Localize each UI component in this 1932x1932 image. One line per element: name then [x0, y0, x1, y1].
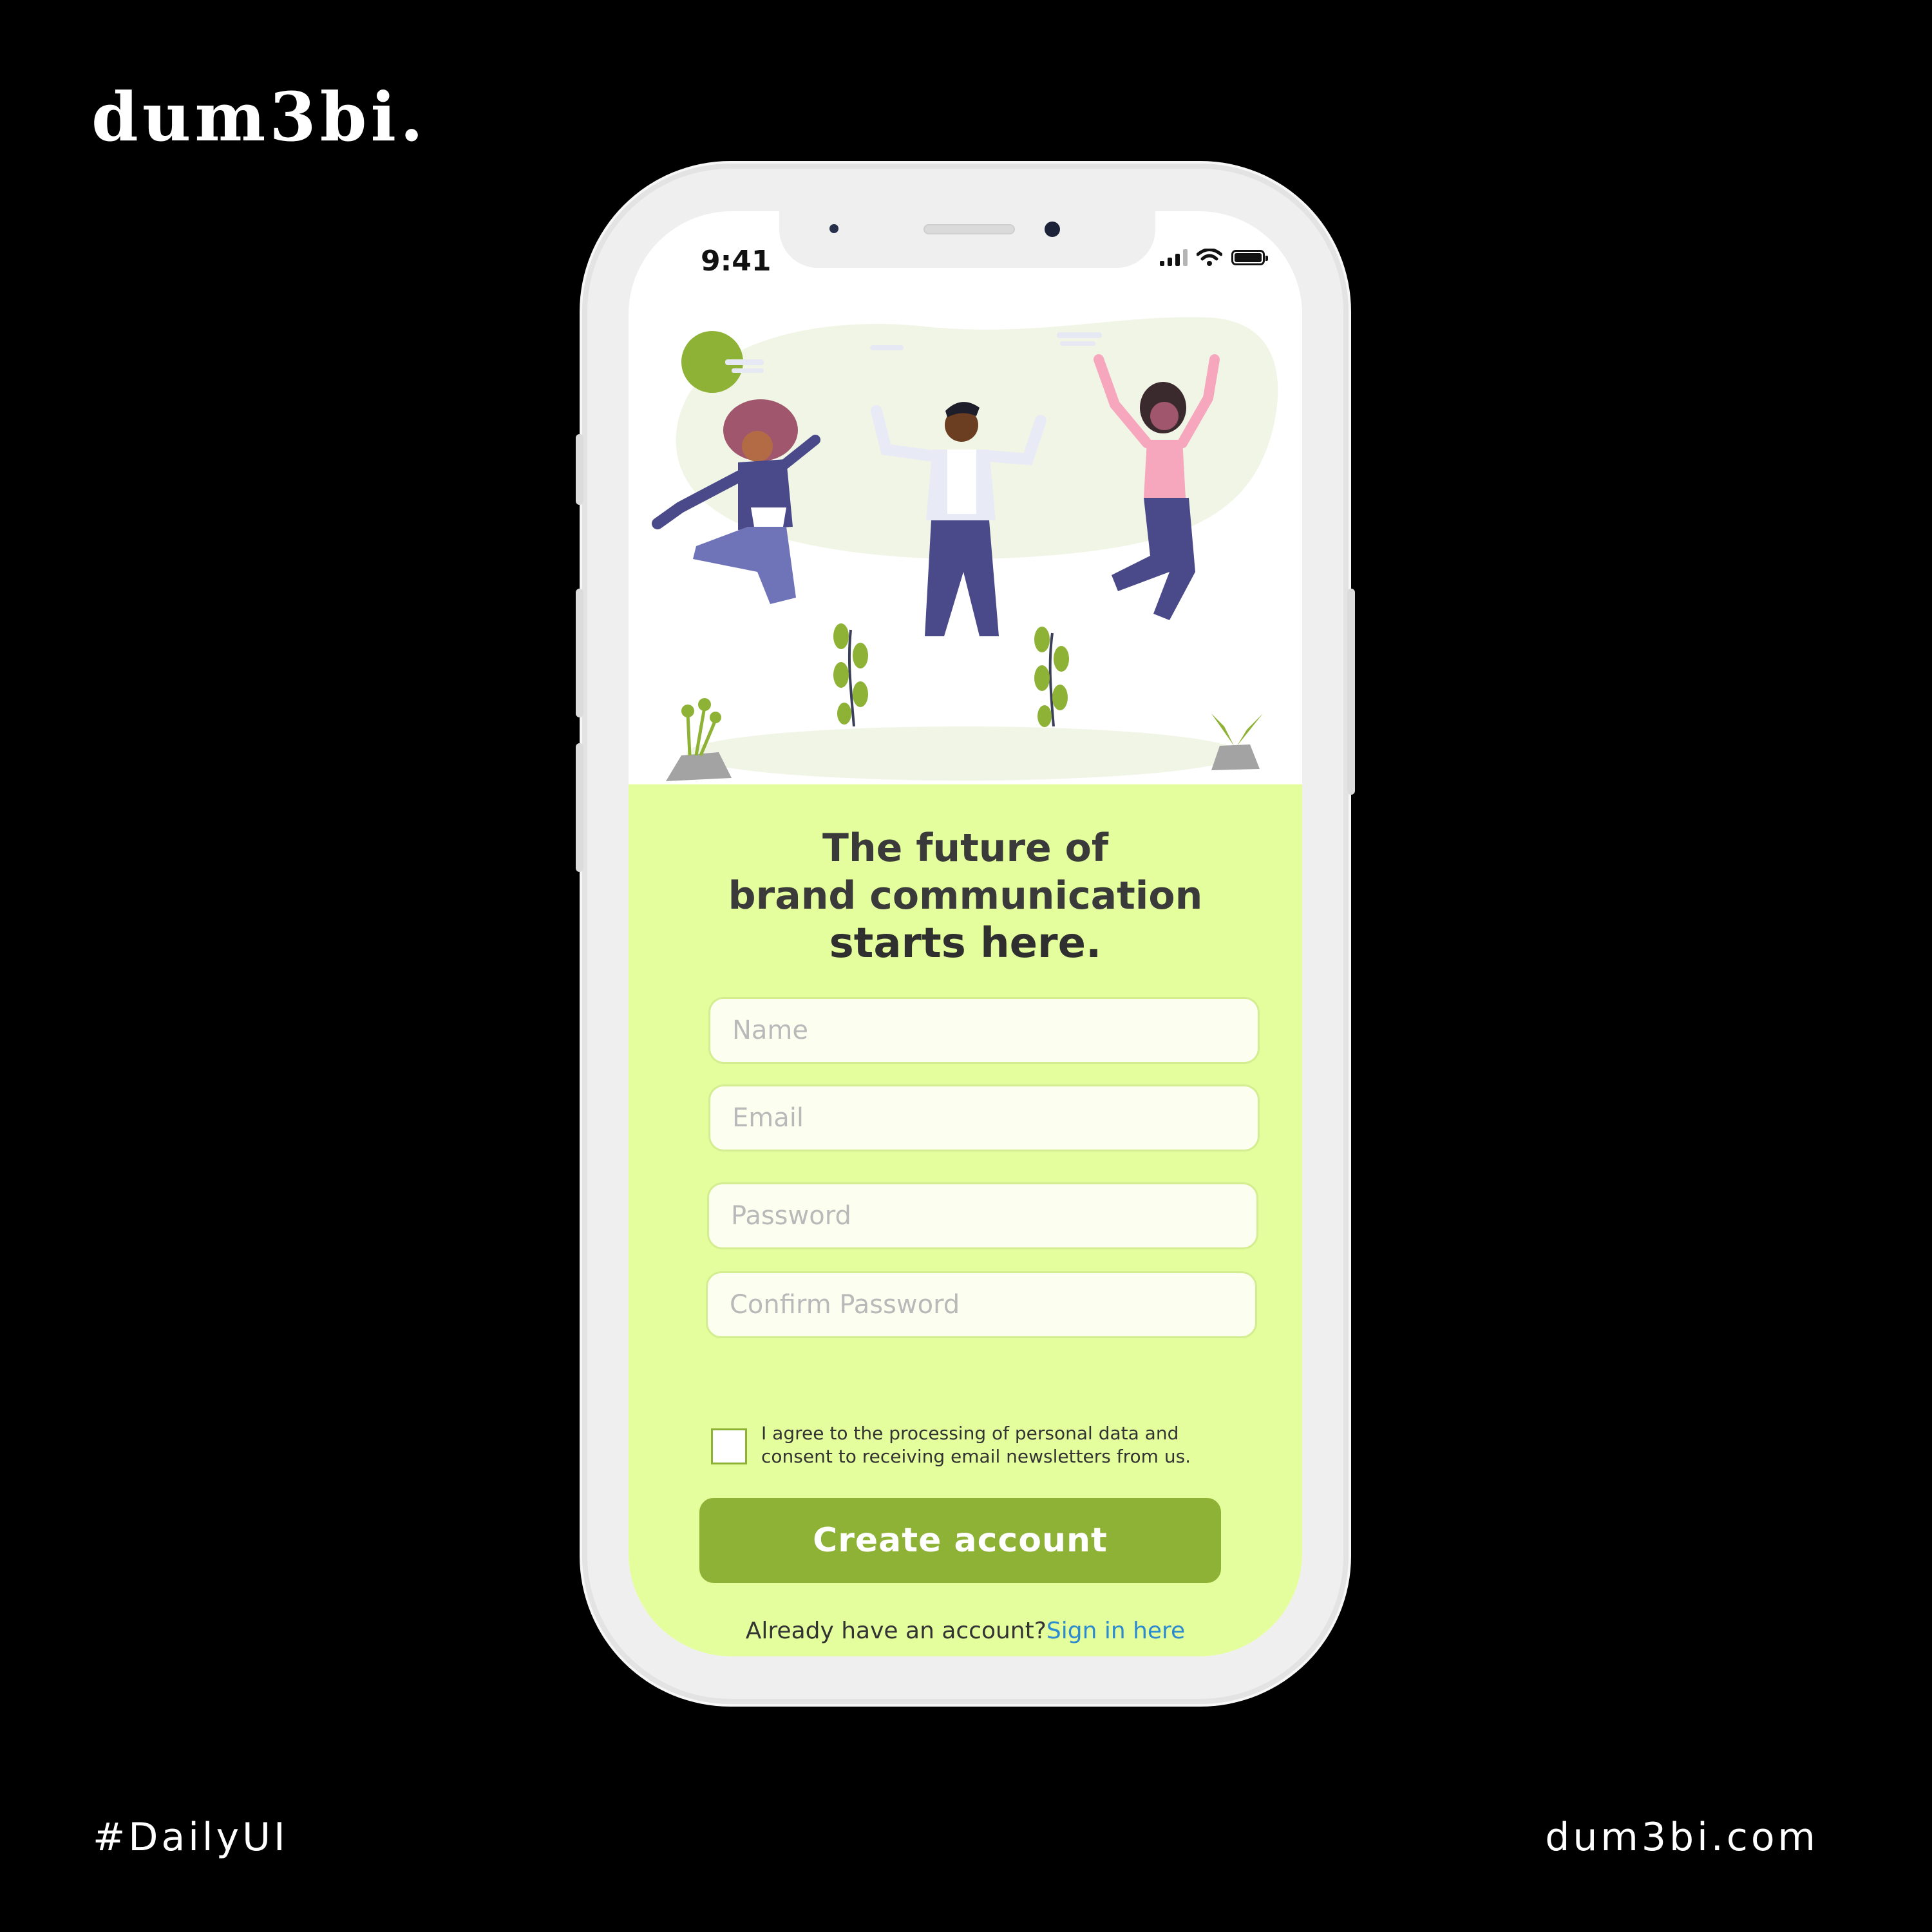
consent-line: consent to receiving email newsletters f… [761, 1446, 1191, 1467]
wifi-icon [1197, 249, 1222, 266]
confirm-password-field[interactable] [706, 1271, 1257, 1338]
footer-hashtag: #DailyUI [93, 1815, 289, 1860]
hero-illustration [652, 317, 1278, 781]
headline-line: starts here. [829, 920, 1102, 967]
signin-row: Already have an account?Sign in here [629, 1618, 1302, 1644]
cloud-icon [1060, 341, 1095, 346]
create-account-button[interactable]: Create account [699, 1498, 1221, 1583]
email-field[interactable] [708, 1084, 1260, 1151]
brand-logo: dum3bi. [91, 77, 428, 156]
cloud-icon [1057, 332, 1102, 338]
phone-frame: 9:41 The future of brand communication s… [576, 164, 1355, 1704]
name-field[interactable] [708, 997, 1260, 1064]
plant-icon [1034, 627, 1069, 727]
signup-panel: The future of brand communication starts… [629, 784, 1302, 1656]
proximity-sensor [829, 224, 838, 233]
consent-line: I agree to the processing of personal da… [761, 1423, 1179, 1444]
status-icons [1160, 249, 1268, 267]
password-field[interactable] [707, 1182, 1258, 1249]
consent-text: I agree to the processing of personal da… [761, 1422, 1238, 1468]
earpiece-speaker [923, 224, 1015, 234]
name-input[interactable] [731, 998, 1258, 1063]
cloud-icon [725, 359, 764, 365]
phone-side-button [576, 589, 583, 717]
page-title: The future of brand communication starts… [629, 824, 1302, 967]
headline-line: brand communication [728, 873, 1203, 918]
phone-screen: 9:41 The future of brand communication s… [629, 211, 1302, 1656]
rock-with-plant-icon [1211, 714, 1263, 770]
status-time: 9:41 [701, 245, 772, 278]
rock-with-plant-icon [666, 698, 732, 781]
notch [779, 211, 1155, 268]
front-camera [1045, 222, 1060, 237]
headline-line: The future of [822, 826, 1108, 871]
signin-prompt: Already have an account? [745, 1618, 1046, 1644]
password-input[interactable] [730, 1184, 1256, 1248]
email-input[interactable] [731, 1086, 1258, 1150]
confirm-password-input[interactable] [728, 1273, 1255, 1337]
plant-icon [833, 623, 868, 727]
phone-side-button [1347, 589, 1355, 795]
phone-side-button [576, 743, 583, 872]
battery-icon [1231, 250, 1268, 265]
signin-link[interactable]: Sign in here [1046, 1618, 1185, 1644]
ground-shadow [687, 726, 1240, 781]
phone-side-button [576, 434, 583, 505]
footer-website[interactable]: dum3bi.com [1545, 1815, 1819, 1860]
cloud-icon [870, 345, 904, 350]
cloud-icon [732, 368, 764, 373]
signal-icon [1160, 249, 1188, 266]
consent-checkbox[interactable] [711, 1428, 747, 1464]
